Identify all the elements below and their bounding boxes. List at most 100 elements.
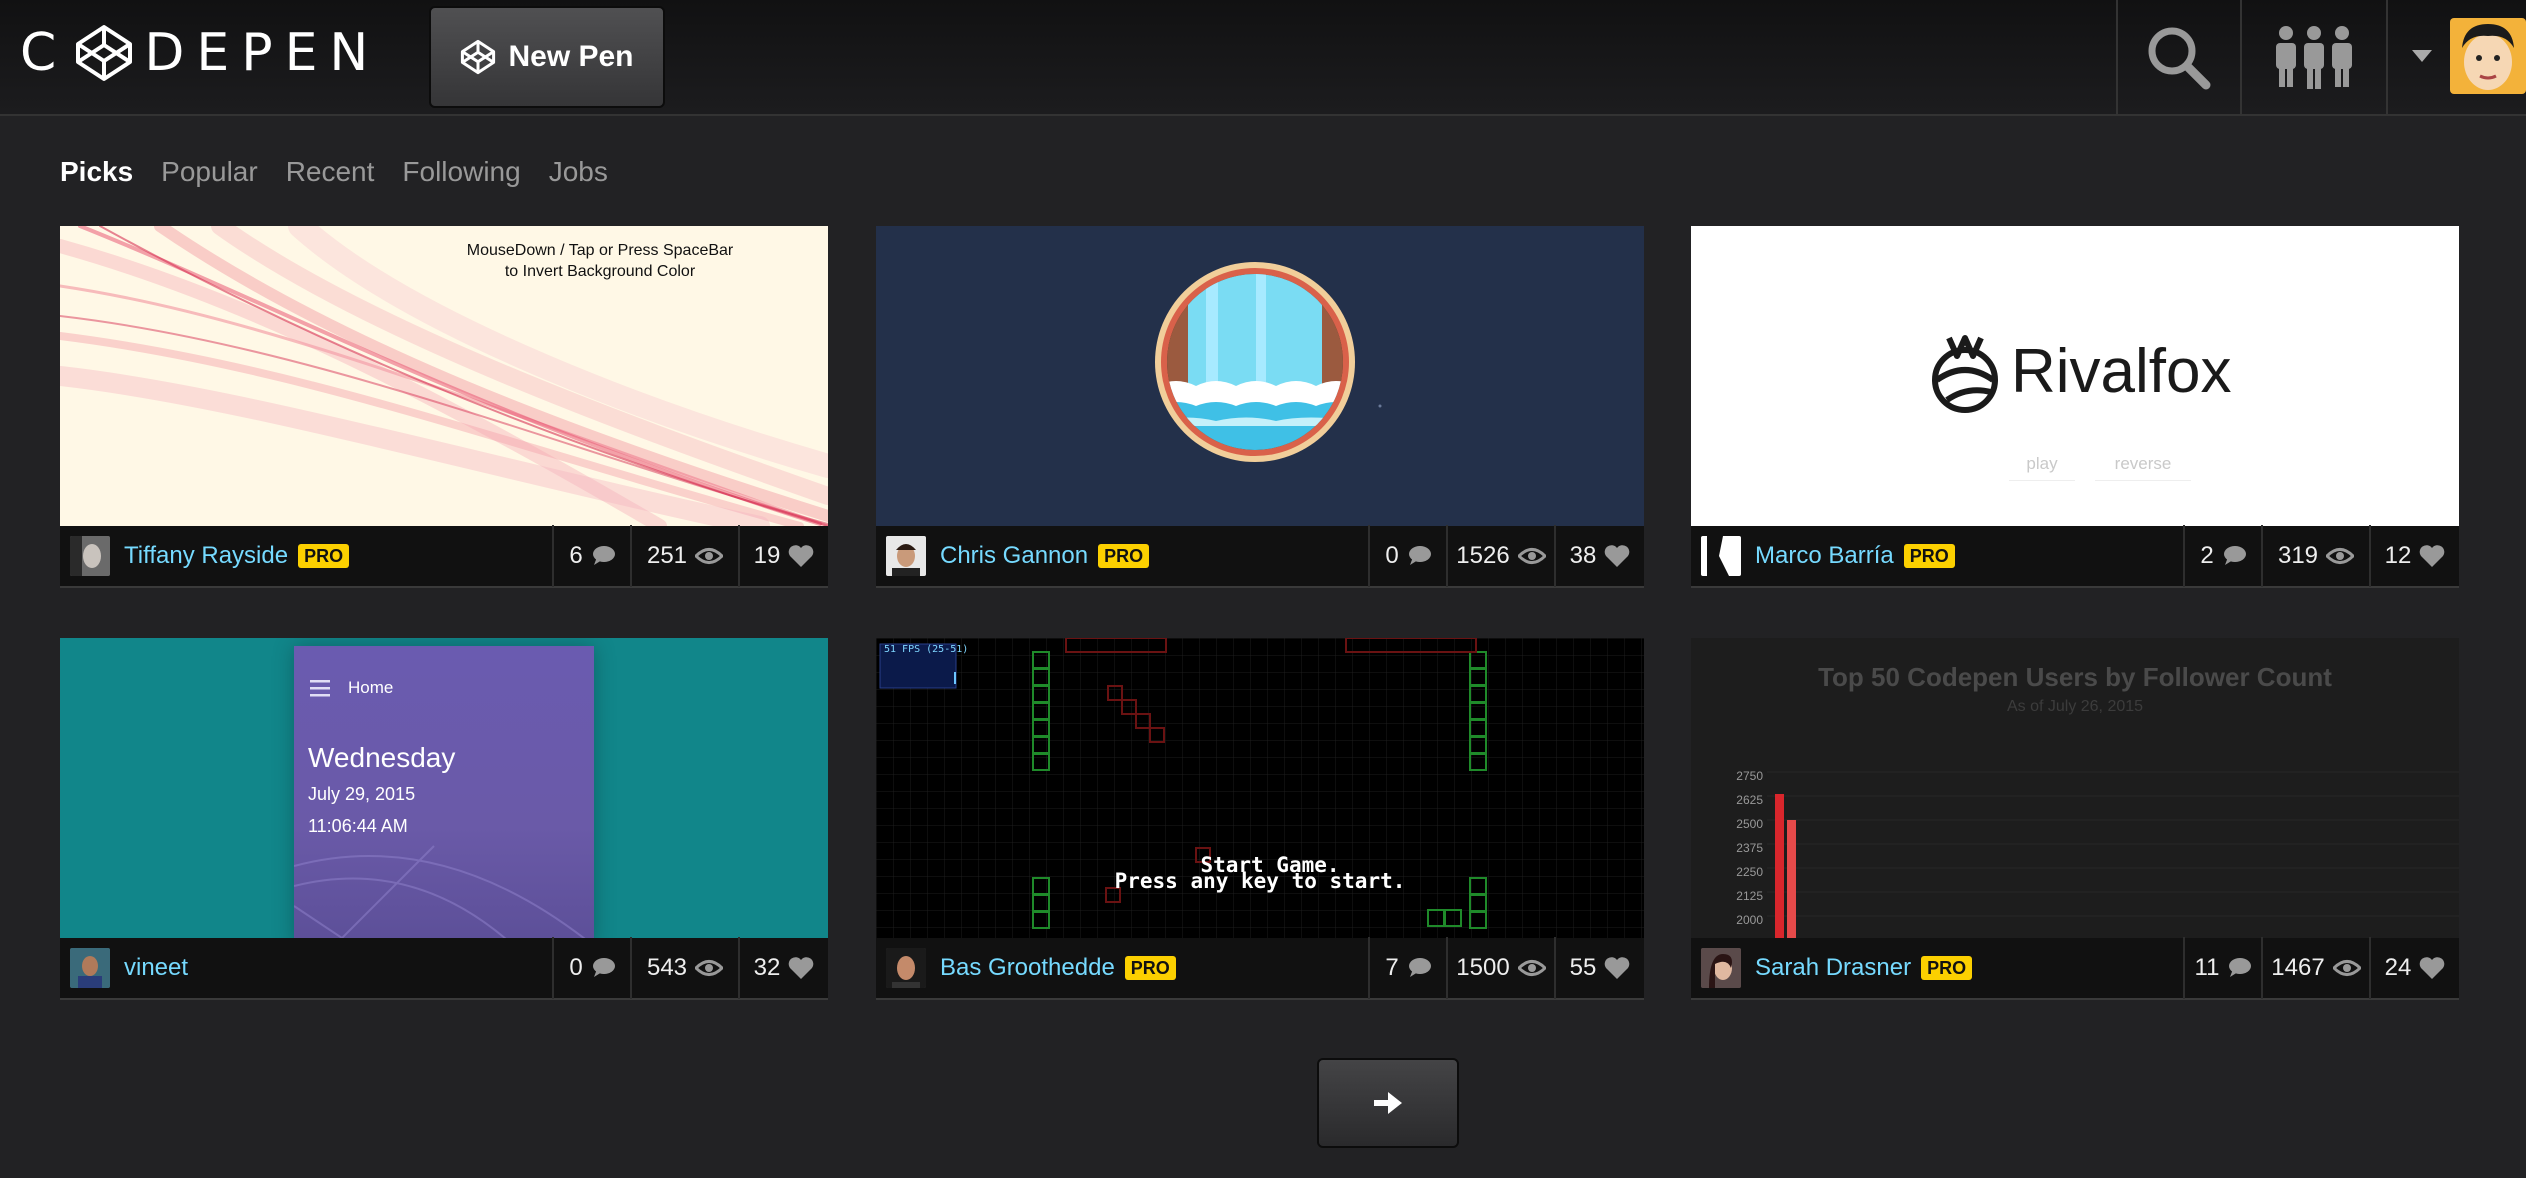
heart-count: 32 (753, 954, 781, 981)
comments-stat[interactable]: 7 (1368, 937, 1446, 999)
pro-badge: PRO (1903, 544, 1955, 568)
brand-name: Rivalfox (2011, 337, 2232, 406)
pen-meta: Bas Groothedde PRO 7 1500 55 (876, 937, 1644, 1000)
author-name[interactable]: Chris Gannon (940, 542, 1088, 570)
heart-count: 24 (2384, 954, 2412, 981)
avatar[interactable] (886, 948, 926, 988)
pen-author[interactable]: Sarah Drasner PRO (1691, 937, 2183, 999)
comments-stat[interactable]: 11 (2183, 937, 2261, 999)
comments-stat[interactable]: 6 (552, 525, 630, 587)
view-count: 1500 (1456, 954, 1510, 981)
feed-tabs: Picks Popular Recent Following Jobs (60, 152, 636, 192)
preview-home-label: Home (348, 678, 394, 697)
preview-chart-title: Top 50 Codepen Users by Follower Count (1818, 662, 2332, 692)
codepen-logo-icon (76, 25, 133, 81)
hearts-stat[interactable]: 12 (2369, 525, 2459, 587)
pen-meta: Sarah Drasner PRO 11 1467 24 (1691, 937, 2459, 1000)
heart-count: 12 (2384, 542, 2412, 569)
comment-count: 7 (1385, 954, 1399, 981)
y-tick: 2625 (1736, 793, 1763, 807)
author-name[interactable]: Tiffany Rayside (124, 542, 288, 570)
pen-author[interactable]: Chris Gannon PRO (876, 525, 1368, 587)
heart-icon (2420, 545, 2445, 567)
author-name[interactable]: vineet (124, 954, 188, 982)
pen-preview[interactable] (876, 226, 1644, 526)
tab-recent[interactable]: Recent (286, 152, 375, 192)
hearts-stat[interactable]: 55 (1554, 937, 1644, 999)
codepen-logo[interactable]: C DEPEN (20, 22, 380, 84)
pen-card: Home Wednesday July 29, 2015 11:06:44 AM… (60, 638, 828, 1000)
pen-preview[interactable]: 51 FPS (25-51) Start Game. Press any key… (876, 638, 1644, 938)
heart-count: 38 (1569, 542, 1597, 569)
pen-card: Rivalfox play reverse Marco Barría PRO 2… (1691, 226, 2459, 588)
people-icon (2276, 26, 2352, 89)
tab-picks[interactable]: Picks (60, 152, 133, 192)
people-button[interactable] (2240, 0, 2386, 116)
new-pen-button[interactable]: New Pen (429, 6, 665, 108)
tab-following[interactable]: Following (402, 152, 520, 192)
preview-instruction-1: MouseDown / Tap or Press SpaceBar (466, 242, 734, 259)
comment-count: 6 (569, 542, 583, 569)
tab-jobs[interactable]: Jobs (549, 152, 608, 192)
avatar[interactable] (886, 536, 926, 576)
hearts-stat[interactable]: 38 (1554, 525, 1644, 587)
next-page-button[interactable] (1317, 1058, 1459, 1148)
comments-stat[interactable]: 0 (1368, 525, 1446, 587)
chevron-down-icon (2412, 50, 2432, 62)
pen-author[interactable]: vineet (60, 937, 552, 999)
preview-y-axis: 2750 2625 2500 2375 2250 2125 2000 (1729, 764, 1763, 932)
avatar[interactable] (70, 948, 110, 988)
pro-badge: PRO (1124, 956, 1176, 980)
views-stat: 1500 (1446, 937, 1554, 999)
pro-badge: PRO (1921, 956, 1973, 980)
eye-icon (695, 960, 724, 976)
pen-author[interactable]: Bas Groothedde PRO (876, 937, 1368, 999)
pen-author[interactable]: Marco Barría PRO (1691, 525, 2183, 587)
avatar[interactable] (1701, 948, 1741, 988)
arrow-right-icon (1374, 1092, 1402, 1114)
author-name[interactable]: Bas Groothedde (940, 954, 1115, 982)
tab-popular[interactable]: Popular (161, 152, 258, 192)
preview-time: 11:06:44 AM (308, 816, 408, 836)
top-header: C DEPEN New Pen (0, 0, 2526, 116)
search-button[interactable] (2116, 0, 2240, 116)
pen-preview[interactable]: MouseDown / Tap or Press SpaceBar to Inv… (60, 226, 828, 526)
heart-icon (1605, 545, 1630, 567)
pen-preview[interactable]: Home Wednesday July 29, 2015 11:06:44 AM (60, 638, 828, 938)
reverse-button[interactable]: reverse (2095, 454, 2191, 481)
pen-preview[interactable]: Top 50 Codepen Users by Follower Count A… (1691, 638, 2459, 938)
pen-meta: vineet 0 543 32 (60, 937, 828, 1000)
user-menu[interactable] (2386, 0, 2526, 116)
comment-count: 11 (2194, 954, 2220, 981)
pen-card: Top 50 Codepen Users by Follower Count A… (1691, 638, 2459, 1000)
pen-meta: Marco Barría PRO 2 319 12 (1691, 525, 2459, 588)
play-button[interactable]: play (2009, 454, 2075, 481)
logo-text-depen: DEPEN (144, 23, 381, 83)
avatar[interactable] (1701, 536, 1741, 576)
y-tick: 2375 (1736, 841, 1763, 855)
author-name[interactable]: Marco Barría (1755, 542, 1894, 570)
preview-date: July 29, 2015 (308, 784, 416, 804)
pen-card: Chris Gannon PRO 0 1526 38 (876, 226, 1644, 588)
views-stat: 1467 (2261, 937, 2369, 999)
comments-stat[interactable]: 2 (2183, 525, 2261, 587)
fps-counter: 51 FPS (25-51) (884, 644, 969, 655)
heart-count: 19 (753, 542, 781, 569)
hearts-stat[interactable]: 32 (738, 937, 828, 999)
pen-author[interactable]: Tiffany Rayside PRO (60, 525, 552, 587)
heart-icon (2420, 957, 2445, 979)
heart-icon (789, 957, 814, 979)
comments-stat[interactable]: 0 (552, 937, 630, 999)
phone-mockup: Home Wednesday July 29, 2015 11:06:44 AM (294, 646, 594, 938)
pen-preview[interactable]: Rivalfox play reverse (1691, 226, 2459, 526)
y-tick: 2500 (1736, 817, 1763, 831)
user-avatar[interactable] (2450, 18, 2526, 94)
author-name[interactable]: Sarah Drasner (1755, 954, 1911, 982)
comment-count: 0 (569, 954, 583, 981)
pen-meta: Tiffany Rayside PRO 6 251 19 (60, 525, 828, 588)
rivalfox-logo-icon (1932, 335, 1998, 413)
hearts-stat[interactable]: 24 (2369, 937, 2459, 999)
hearts-stat[interactable]: 19 (738, 525, 828, 587)
avatar[interactable] (70, 536, 110, 576)
eye-icon (1517, 960, 1546, 976)
